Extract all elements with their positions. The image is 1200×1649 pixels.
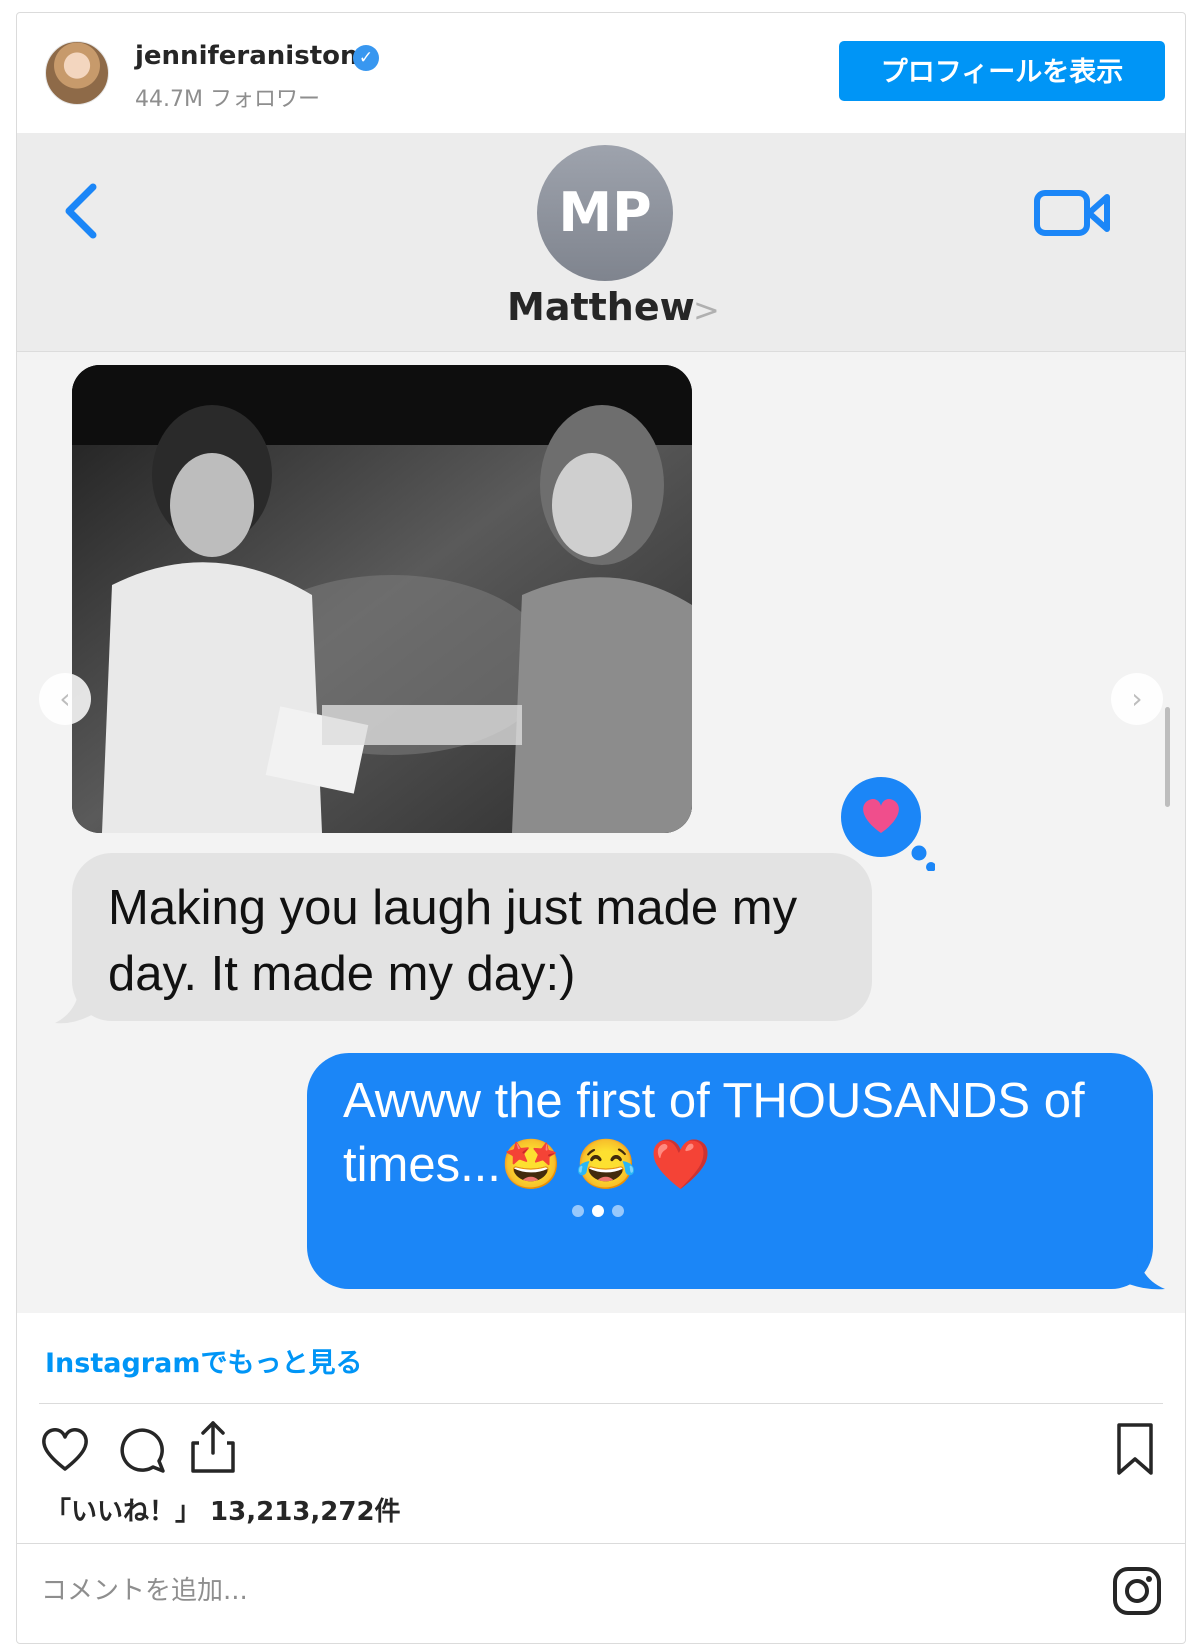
- bubble-tail: [1117, 1253, 1165, 1290]
- sent-message-bubble: Awww the first of THOUSANDS of times...🤩…: [307, 1053, 1153, 1289]
- scrollbar[interactable]: [1165, 707, 1170, 807]
- avatar[interactable]: [45, 41, 109, 105]
- chevron-right-icon: >: [693, 291, 720, 329]
- comment-icon[interactable]: [113, 1421, 169, 1477]
- sent-message-text: Awww the first of THOUSANDS of times...🤩…: [343, 1074, 1085, 1192]
- username[interactable]: jenniferaniston: [135, 41, 359, 71]
- post-media[interactable]: MP Matthew > Making you laugh just made …: [17, 133, 1185, 1313]
- received-message-bubble: Making you laugh just made my day. It ma…: [72, 853, 872, 1021]
- carousel-next-button[interactable]: ›: [1111, 673, 1163, 725]
- follower-count: 44.7M フォロワー: [135, 87, 320, 112]
- carousel-prev-button[interactable]: ‹: [39, 673, 91, 725]
- see-more-on-instagram-link[interactable]: Instagramでもっと見る: [45, 1341, 362, 1380]
- post-header: jenniferaniston ✓ 44.7M フォロワー プロフィールを表示: [17, 13, 1185, 133]
- carousel-dot[interactable]: [612, 1205, 624, 1217]
- video-camera-icon: [1034, 190, 1110, 236]
- messages-header: MP Matthew >: [17, 133, 1185, 352]
- bubble-tail: [55, 991, 95, 1024]
- heart-icon[interactable]: [37, 1421, 93, 1477]
- view-profile-button[interactable]: プロフィールを表示: [839, 41, 1165, 101]
- divider: [17, 1543, 1185, 1544]
- message-photo: [72, 365, 692, 833]
- contact-avatar: MP: [537, 145, 673, 281]
- received-message-text: Making you laugh just made my day. It ma…: [108, 881, 798, 1001]
- carousel-dots: [572, 1205, 632, 1219]
- instagram-logo-icon[interactable]: [1111, 1565, 1163, 1617]
- contact-name: Matthew: [507, 285, 695, 329]
- heart-tapback-icon: [837, 773, 935, 871]
- bookmark-icon[interactable]: [1111, 1421, 1159, 1477]
- carousel-dot[interactable]: [592, 1205, 604, 1217]
- carousel-dot[interactable]: [572, 1205, 584, 1217]
- divider: [39, 1403, 1163, 1404]
- like-count: 「いいね！」 13,213,272件: [45, 1497, 401, 1527]
- verified-badge-icon: ✓: [353, 45, 379, 71]
- instagram-embed-card: jenniferaniston ✓ 44.7M フォロワー プロフィールを表示 …: [16, 12, 1186, 1644]
- comment-input[interactable]: [39, 1565, 1043, 1617]
- share-icon[interactable]: [185, 1417, 241, 1477]
- chevron-left-icon: [65, 183, 97, 239]
